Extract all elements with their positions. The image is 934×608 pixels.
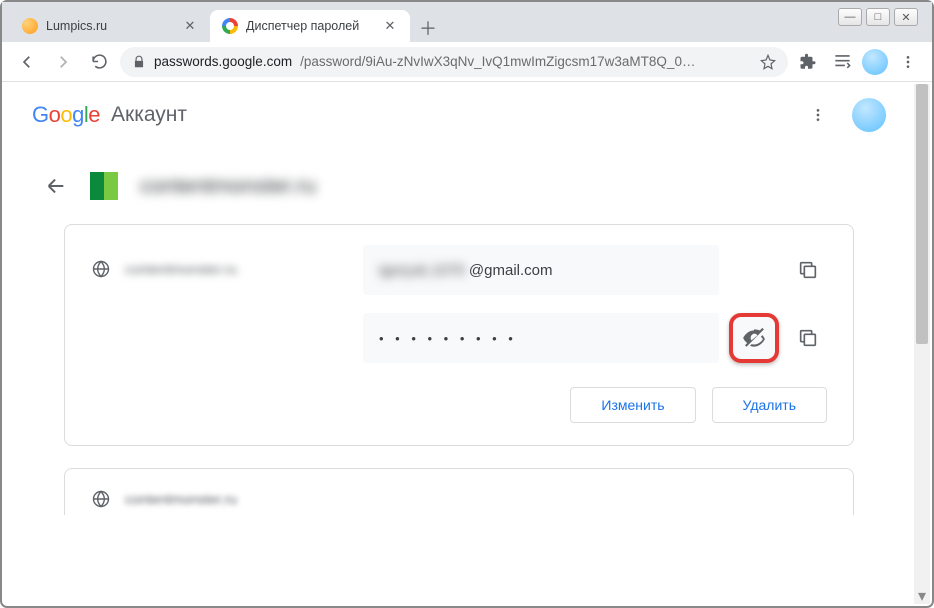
google-logo: Google xyxy=(32,102,100,128)
copy-username-button[interactable] xyxy=(789,251,827,289)
tab-lumpics[interactable]: Lumpics.ru ✕ xyxy=(10,10,210,42)
bookmark-star-icon[interactable] xyxy=(760,54,776,70)
globe-icon xyxy=(91,259,111,279)
browser-toolbar: passwords.google.com/password/9iAu-zNvIw… xyxy=(2,42,932,82)
account-avatar-icon[interactable] xyxy=(852,98,886,132)
back-arrow-icon[interactable] xyxy=(44,174,68,198)
site-title: contentmonster.ru xyxy=(140,173,316,199)
page-content: Google Аккаунт contentmonster.ru xyxy=(4,84,914,604)
url-domain: passwords.google.com xyxy=(154,54,292,69)
address-bar[interactable]: passwords.google.com/password/9iAu-zNvIw… xyxy=(120,47,788,77)
edit-button[interactable]: Изменить xyxy=(570,387,695,423)
username-value-suffix: @gmail.com xyxy=(469,262,553,279)
password-card: contentmonster.ru igoryuk.1070@gmail.com xyxy=(64,224,854,446)
favicon-orange-icon xyxy=(22,18,38,34)
site-name[interactable]: contentmonster.ru xyxy=(125,261,237,277)
vertical-scrollbar[interactable]: ▾ xyxy=(914,84,930,604)
profile-avatar-icon[interactable] xyxy=(862,49,888,75)
username-row: igoryuk.1070@gmail.com xyxy=(363,245,827,295)
url-path: /password/9iAu-zNvIwX3qNv_IvQ1mwImZigcsm… xyxy=(300,54,752,69)
password-value: • • • • • • • • • xyxy=(379,331,517,346)
globe-icon xyxy=(91,489,111,509)
window-maximize-button[interactable]: □ xyxy=(866,8,890,26)
scrollbar-down-arrow-icon[interactable]: ▾ xyxy=(914,588,930,604)
nav-back-button[interactable] xyxy=(12,47,42,77)
lock-icon xyxy=(132,55,146,69)
favicon-google-icon xyxy=(222,18,238,34)
eye-off-icon xyxy=(741,325,767,351)
app-header: Google Аккаунт xyxy=(4,84,914,146)
password-row: • • • • • • • • • xyxy=(363,313,827,363)
fields-column: igoryuk.1070@gmail.com • • • • • • • • • xyxy=(363,245,827,363)
copy-password-button[interactable] xyxy=(789,319,827,357)
page-viewport: Google Аккаунт contentmonster.ru xyxy=(4,84,930,604)
card-actions: Изменить Удалить xyxy=(91,387,827,423)
site-name[interactable]: contentmonster.ru xyxy=(125,491,237,507)
site-column: contentmonster.ru xyxy=(91,245,341,279)
password-field[interactable]: • • • • • • • • • xyxy=(363,313,719,363)
site-favicon-icon xyxy=(90,172,118,200)
scrollbar-thumb[interactable] xyxy=(916,84,928,344)
window-minimize-button[interactable]: — xyxy=(838,8,862,26)
username-value-blur: igoryuk.1070 xyxy=(379,262,465,279)
nav-forward-button[interactable] xyxy=(48,47,78,77)
window-chrome: — □ ✕ xyxy=(838,8,918,26)
media-control-icon[interactable] xyxy=(828,48,856,76)
app-overflow-menu-icon[interactable] xyxy=(806,103,830,127)
window-close-button[interactable]: ✕ xyxy=(894,8,918,26)
account-title: Аккаунт xyxy=(111,103,187,127)
username-field[interactable]: igoryuk.1070@gmail.com xyxy=(363,245,719,295)
close-tab-icon[interactable]: ✕ xyxy=(382,18,398,34)
close-tab-icon[interactable]: ✕ xyxy=(182,18,198,34)
tab-title: Lumpics.ru xyxy=(46,19,107,33)
tab-title: Диспетчер паролей xyxy=(246,19,359,33)
tab-password-manager[interactable]: Диспетчер паролей ✕ xyxy=(210,10,410,42)
delete-button[interactable]: Удалить xyxy=(712,387,827,423)
toggle-password-visibility-button[interactable] xyxy=(729,313,779,363)
browser-menu-icon[interactable] xyxy=(894,48,922,76)
password-card-next: contentmonster.ru xyxy=(64,468,854,515)
nav-reload-button[interactable] xyxy=(84,47,114,77)
page-title-row: contentmonster.ru xyxy=(4,146,914,224)
new-tab-button[interactable]: ＋ xyxy=(414,14,442,42)
extensions-icon[interactable] xyxy=(794,48,822,76)
tab-strip: Lumpics.ru ✕ Диспетчер паролей ✕ ＋ xyxy=(2,2,932,42)
